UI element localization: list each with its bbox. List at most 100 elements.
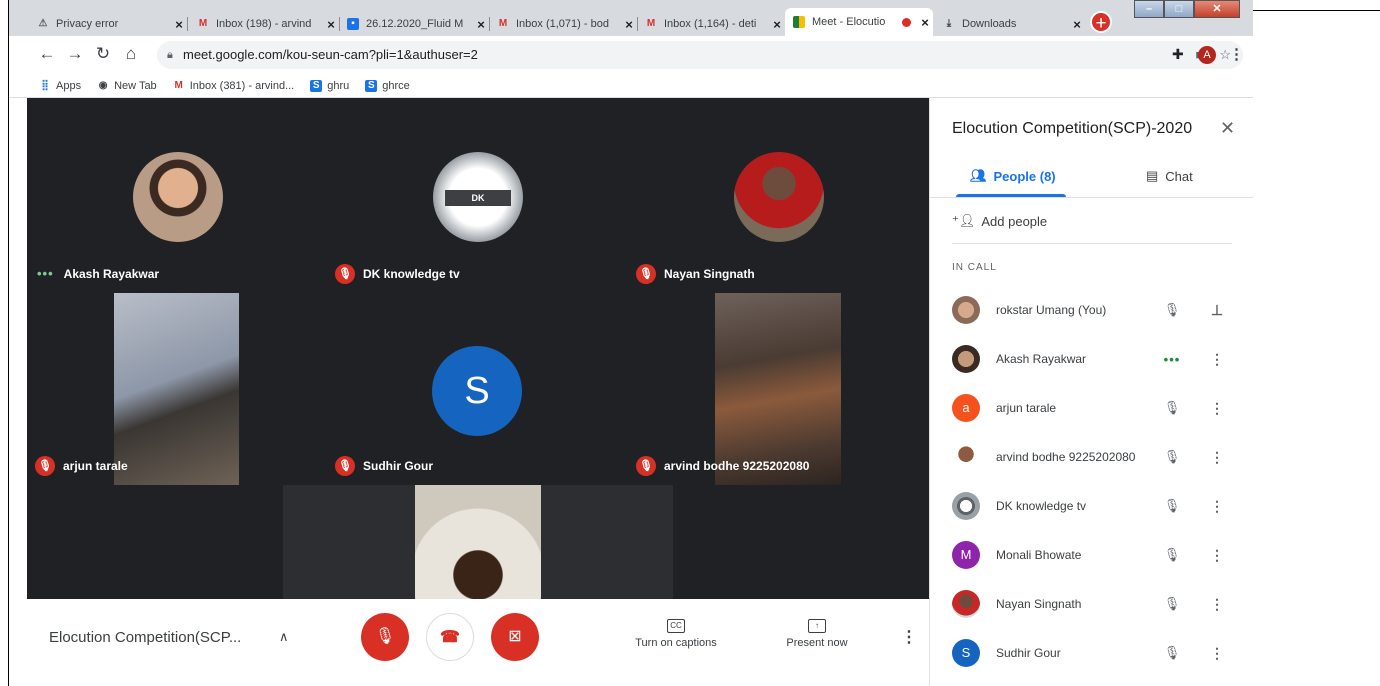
maximize-button[interactable]: □ — [1164, 0, 1194, 18]
panel-title: Elocution Competition(SCP)-2020 — [952, 120, 1193, 137]
tab-meet-active[interactable]: Meet - Elocutio × — [785, 8, 933, 36]
mic-toggle-button[interactable]: 🎙︎ — [361, 613, 409, 661]
more-vert-icon[interactable]: ⋮ — [1202, 645, 1232, 662]
participant-tile-dk[interactable]: DK 🎙︎ DK knowledge tv — [327, 98, 628, 288]
add-person-icon: ⁺👤︎ — [952, 213, 976, 228]
close-icon[interactable]: × — [171, 17, 187, 32]
more-vert-icon[interactable]: ⋮ — [1202, 400, 1232, 417]
participant-name: Akash Rayakwar — [996, 352, 1087, 366]
home-button[interactable]: ⌂ — [121, 44, 141, 64]
captions-button[interactable]: CC Turn on captions — [623, 619, 729, 649]
browser-toolbar: ← → ↻ ⌂ 🔒︎ meet.google.com/kou-seun-cam?… — [9, 36, 1253, 74]
tab-title: Inbox (198) - arvind — [216, 18, 312, 30]
dk-logo-icon: DK — [445, 190, 511, 206]
section-label: IN CALL — [952, 262, 997, 273]
bookmark-ghrce[interactable]: S ghrce — [365, 79, 410, 92]
tab-privacy-error[interactable]: ⚠ Privacy error × — [29, 12, 188, 36]
close-icon[interactable]: × — [769, 17, 785, 32]
new-tab-button[interactable]: + — [1090, 11, 1112, 34]
more-options-button[interactable]: ⋮ — [901, 627, 917, 647]
add-people-button[interactable]: ⁺👤︎ Add people — [952, 213, 1047, 229]
more-vert-icon[interactable]: ⋮ — [1202, 596, 1232, 613]
back-button[interactable]: ← — [37, 44, 57, 64]
mic-off-icon: 🎙︎ — [1163, 596, 1181, 611]
participant-row[interactable]: arvind bodhe 9225202080 🎙︎ ⋮ — [952, 442, 1242, 472]
reload-button[interactable]: ↻ — [93, 44, 113, 64]
participant-tile-arvind[interactable]: 🎙︎ arvind bodhe 9225202080 — [628, 288, 929, 485]
participant-tile-nayan[interactable]: 🎙︎ Nayan Singnath — [628, 98, 929, 288]
chat-icon: ▤ — [1146, 168, 1159, 183]
participant-row[interactable]: a arjun tarale 🎙︎ ⋮ — [952, 393, 1242, 423]
url-text: meet.google.com/kou-seun-cam?pli=1&authu… — [183, 47, 478, 62]
present-icon: ↑ — [808, 619, 826, 633]
tab-inbox-deti[interactable]: M Inbox (1,164) - deti × — [637, 12, 785, 36]
mic-off-icon: 🎙︎ — [636, 456, 656, 476]
camera-toggle-button[interactable]: ⊠ — [491, 613, 539, 661]
close-icon[interactable]: × — [917, 15, 933, 30]
participant-row[interactable]: DK knowledge tv 🎙︎ ⋮ — [952, 491, 1242, 521]
tab-downloads[interactable]: ⤓ Downloads × — [935, 12, 1085, 36]
more-vert-icon[interactable]: ⋮ — [1202, 498, 1232, 515]
tab-chat[interactable]: ▤ Chat — [1146, 168, 1193, 184]
close-icon[interactable]: × — [1069, 17, 1085, 32]
leave-call-button[interactable]: ☎︎ — [426, 613, 474, 661]
participant-tile-sudhir[interactable]: S 🎙︎ Sudhir Gour — [327, 288, 628, 485]
camera-off-icon: ⊠ — [508, 628, 522, 645]
participant-name-tag: 🎙︎ Sudhir Gour — [335, 456, 433, 476]
participant-name-tag: 🎙︎ DK knowledge tv — [335, 264, 460, 284]
present-now-button[interactable]: ↑ Present now — [779, 619, 855, 649]
meeting-title[interactable]: Elocution Competition(SCP... — [49, 629, 241, 646]
globe-icon: ◉ — [98, 79, 108, 91]
tab-inbox-bod[interactable]: M Inbox (1,071) - bod × — [489, 12, 638, 36]
meet-video-grid: ••• Akash Rayakwar DK 🎙︎ DK knowledge tv… — [27, 98, 929, 680]
close-window-button[interactable]: ✕ — [1194, 0, 1240, 18]
self-view-tile — [283, 485, 673, 605]
tab-title: Privacy error — [56, 18, 119, 30]
browser-menu-button[interactable]: ⋮ — [1229, 45, 1244, 63]
close-icon[interactable]: × — [621, 17, 637, 32]
close-icon[interactable]: × — [473, 17, 489, 32]
mic-off-icon: 🎙︎ — [335, 264, 355, 284]
participant-row[interactable]: rokstar Umang (You) 🎙︎ ⊥ — [952, 295, 1242, 325]
more-vert-icon[interactable]: ⋮ — [1202, 449, 1232, 466]
bookmark-apps[interactable]: ⣿ Apps — [39, 80, 81, 92]
pin-icon[interactable]: ⊥ — [1202, 302, 1232, 319]
close-icon[interactable]: ✕ — [1220, 118, 1235, 139]
forward-button[interactable]: → — [65, 44, 85, 64]
participant-row[interactable]: Akash Rayakwar ••• ⋮ — [952, 344, 1242, 374]
bookmark-label: Apps — [56, 79, 82, 92]
participant-name: arjun tarale — [996, 401, 1057, 415]
warning-icon: ⚠ — [38, 18, 48, 29]
divider — [930, 197, 1253, 198]
more-vert-icon[interactable]: ⋮ — [1202, 351, 1232, 368]
participant-tile-akash[interactable]: ••• Akash Rayakwar — [27, 98, 327, 288]
minimize-button[interactable]: – — [1134, 0, 1164, 18]
tab-people[interactable]: 👥︎ People (8) — [970, 168, 1056, 184]
tab-title: Meet - Elocutio — [812, 16, 886, 28]
participant-row[interactable]: M Monali Bhowate 🎙︎ ⋮ — [952, 540, 1242, 570]
speaking-indicator-icon: ••• — [1163, 351, 1181, 367]
profile-avatar[interactable]: A — [1198, 46, 1216, 64]
bookmark-inbox[interactable]: M Inbox (381) - arvind... — [173, 80, 295, 92]
more-vert-icon[interactable]: ⋮ — [1202, 547, 1232, 564]
participant-name-tag: 🎙︎ Nayan Singnath — [636, 264, 755, 284]
participant-tile-arjun[interactable]: 🎙︎ arjun tarale — [27, 288, 327, 485]
avatar — [952, 345, 980, 373]
close-icon[interactable]: × — [323, 17, 339, 32]
mic-off-icon: 🎙︎ — [1163, 400, 1181, 415]
tab-inbox-arvind[interactable]: M Inbox (198) - arvind × — [189, 12, 340, 36]
address-bar[interactable]: 🔒︎ meet.google.com/kou-seun-cam?pli=1&au… — [157, 41, 1243, 69]
participant-avatar: DK — [433, 152, 523, 242]
bookmark-new-tab[interactable]: ◉ New Tab — [97, 80, 157, 92]
tab-fluid-calendar[interactable]: ▪ 26.12.2020_Fluid M × — [339, 12, 490, 36]
mic-off-icon: 🎙︎ — [1163, 302, 1181, 317]
participant-row[interactable]: Nayan Singnath 🎙︎ ⋮ — [952, 589, 1242, 619]
chevron-up-icon[interactable]: ∧ — [279, 629, 289, 645]
participant-row[interactable]: S Sudhir Gour 🎙︎ ⋮ — [952, 638, 1242, 668]
participant-avatar — [133, 152, 223, 242]
participant-name-tag: 🎙︎ arvind bodhe 9225202080 — [636, 456, 809, 476]
mic-off-icon: 🎙︎ — [636, 264, 656, 284]
bookmark-ghru[interactable]: S ghru — [310, 79, 349, 92]
avatar — [952, 296, 980, 324]
extensions-icon[interactable]: ✚ — [1172, 46, 1184, 63]
